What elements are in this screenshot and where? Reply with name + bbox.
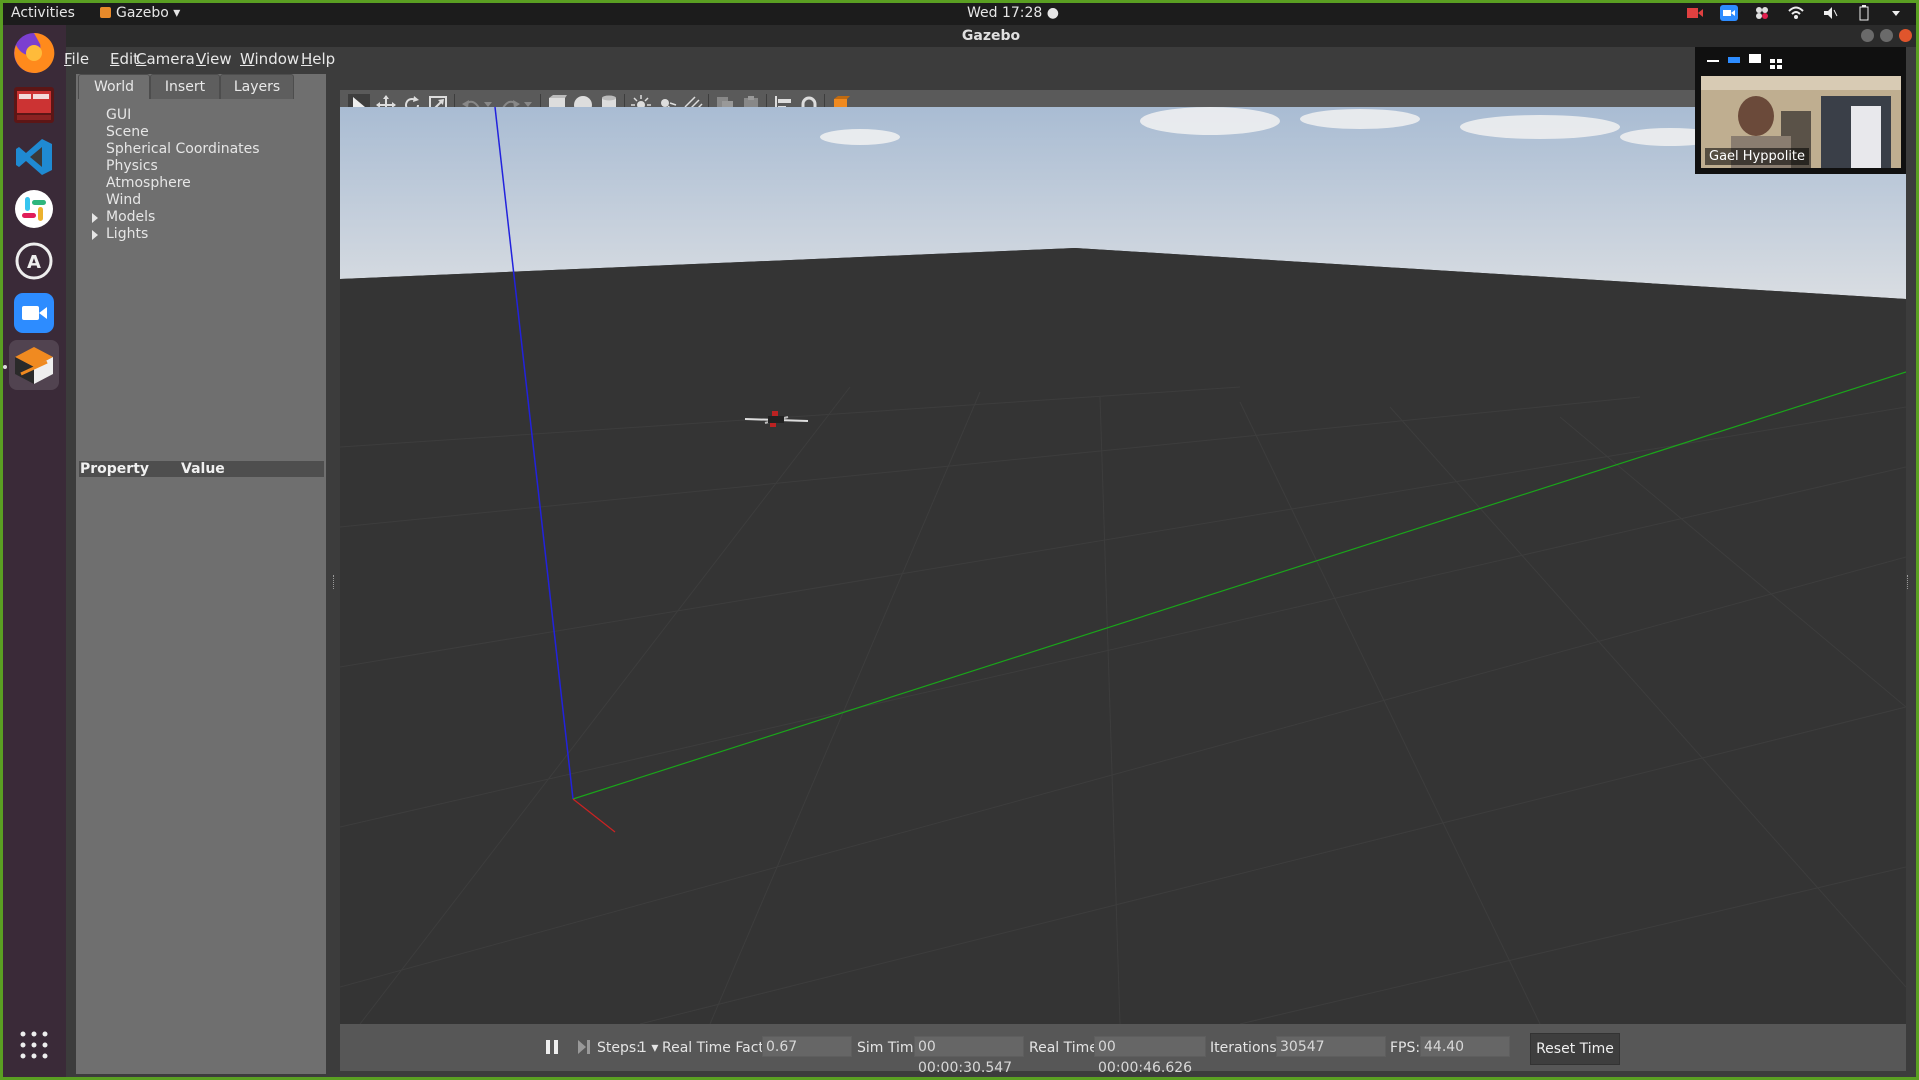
- firefox-icon[interactable]: [9, 28, 59, 78]
- scene-render: [340, 107, 1906, 1024]
- menu-bar: File Edit Camera View Window Help: [64, 47, 1916, 71]
- menu-edit[interactable]: Edit: [110, 50, 139, 68]
- volume-icon[interactable]: [1822, 5, 1838, 21]
- tree-item-gui[interactable]: GUI: [106, 107, 131, 124]
- tree-item-atmosphere[interactable]: Atmosphere: [106, 175, 191, 192]
- floor-area: [340, 248, 1906, 1024]
- minimize-button[interactable]: [1861, 29, 1874, 42]
- tree-item-wind[interactable]: Wind: [106, 192, 141, 209]
- show-apps-grid-icon[interactable]: [9, 1020, 59, 1070]
- desktop: Activities Gazebo ▾ Wed 17:28 ● A Gazebo…: [3, 3, 1916, 1077]
- fullscreen-video-icon[interactable]: [1749, 54, 1761, 63]
- zoom-tray-icon[interactable]: [1720, 5, 1738, 21]
- left-panel-tabs: World Insert Layers: [76, 74, 326, 99]
- menu-view[interactable]: View: [196, 50, 232, 68]
- battery-icon[interactable]: [1856, 5, 1872, 21]
- minimize-video-icon[interactable]: [1707, 60, 1719, 62]
- clock-label: Wed 17:28: [967, 5, 1043, 21]
- reset-time-button[interactable]: Reset Time: [1530, 1033, 1620, 1065]
- tree-item-scene[interactable]: Scene: [106, 124, 149, 141]
- 3d-viewport[interactable]: [280, 107, 1906, 1024]
- zoom-video-overlay[interactable]: Gael Hyppolite: [1695, 47, 1906, 174]
- system-tray: [1686, 5, 1906, 21]
- steps-spinbox[interactable]: 1 ▾: [638, 1040, 658, 1056]
- running-indicator: [3, 365, 7, 369]
- vscode-icon[interactable]: [9, 132, 59, 182]
- gazebo-dock-icon[interactable]: [9, 340, 59, 390]
- close-button[interactable]: [1899, 29, 1912, 42]
- zoom-overlay-controls: [1695, 47, 1906, 73]
- expand-arrow-icon[interactable]: [92, 213, 98, 223]
- system-top-bar: Activities Gazebo ▾ Wed 17:28 ●: [3, 3, 1916, 25]
- real-time-label: Real Time:: [1029, 1040, 1103, 1056]
- sim-time-field: 00 00:00:30.547: [914, 1036, 1024, 1076]
- participant-video: Gael Hyppolite: [1701, 76, 1901, 168]
- window-title: Gazebo: [961, 28, 1021, 44]
- menu-file[interactable]: File: [64, 50, 89, 68]
- menu-window[interactable]: Window: [240, 50, 299, 68]
- zoom-icon[interactable]: [9, 288, 59, 338]
- app-viewer-icon[interactable]: [9, 80, 59, 130]
- app-menu-label: Gazebo: [116, 5, 169, 21]
- slack-icon[interactable]: [9, 184, 59, 234]
- pause-button[interactable]: [544, 1039, 560, 1059]
- maximize-button[interactable]: [1880, 29, 1893, 42]
- wifi-icon[interactable]: [1788, 5, 1804, 21]
- tab-layers[interactable]: Layers: [220, 74, 294, 99]
- window-titlebar[interactable]: Gazebo: [66, 25, 1916, 47]
- tree-item-models-label: Models: [106, 209, 156, 225]
- tree-item-spherical-coordinates[interactable]: Spherical Coordinates: [106, 141, 260, 158]
- menu-help[interactable]: Help: [301, 50, 335, 68]
- menu-camera[interactable]: Camera: [136, 50, 195, 68]
- expand-arrow-icon[interactable]: [92, 230, 98, 240]
- participant-name: Gael Hyppolite: [1705, 148, 1810, 165]
- slack-tray-icon[interactable]: [1754, 5, 1770, 21]
- window-controls: [1861, 29, 1912, 42]
- fps-label: FPS:: [1390, 1040, 1421, 1056]
- software-updater-icon[interactable]: A: [9, 236, 59, 286]
- chevron-down-icon[interactable]: [1890, 5, 1906, 21]
- steps-label: Steps:: [597, 1040, 641, 1056]
- step-button[interactable]: [576, 1039, 592, 1059]
- tree-item-physics[interactable]: Physics: [106, 158, 158, 175]
- time-panel: Steps: 1 ▾ Real Time Factor: 0.67 Sim Ti…: [340, 1024, 1906, 1076]
- real-time-factor-field: 0.67: [762, 1036, 852, 1057]
- tab-world[interactable]: World: [78, 74, 150, 99]
- right-splitter-handle[interactable]: [1907, 575, 1910, 589]
- iterations-field: 30547: [1276, 1036, 1386, 1057]
- tree-item-models[interactable]: Models: [92, 209, 156, 226]
- fps-field: 44.40: [1420, 1036, 1510, 1057]
- activities-button[interactable]: Activities: [11, 5, 75, 21]
- speaker-view-icon[interactable]: [1728, 57, 1740, 63]
- tree-item-lights-label: Lights: [106, 226, 149, 242]
- property-column-header: Property: [80, 461, 150, 477]
- real-time-field: 00 00:00:46.626: [1094, 1036, 1206, 1076]
- svg-text:A: A: [27, 252, 41, 273]
- value-column-header: Value: [181, 461, 225, 477]
- dock: A: [3, 25, 66, 1077]
- steps-value: 1: [638, 1040, 647, 1056]
- tab-insert[interactable]: Insert: [150, 74, 220, 99]
- iterations-label: Iterations:: [1210, 1040, 1282, 1056]
- tree-item-lights[interactable]: Lights: [92, 226, 149, 243]
- app-menu[interactable]: Gazebo ▾: [100, 5, 180, 21]
- clock[interactable]: Wed 17:28 ●: [953, 5, 1073, 21]
- screen-record-icon[interactable]: [1686, 5, 1703, 21]
- gallery-view-icon[interactable]: [1770, 54, 1782, 69]
- gazebo-icon: [100, 7, 111, 18]
